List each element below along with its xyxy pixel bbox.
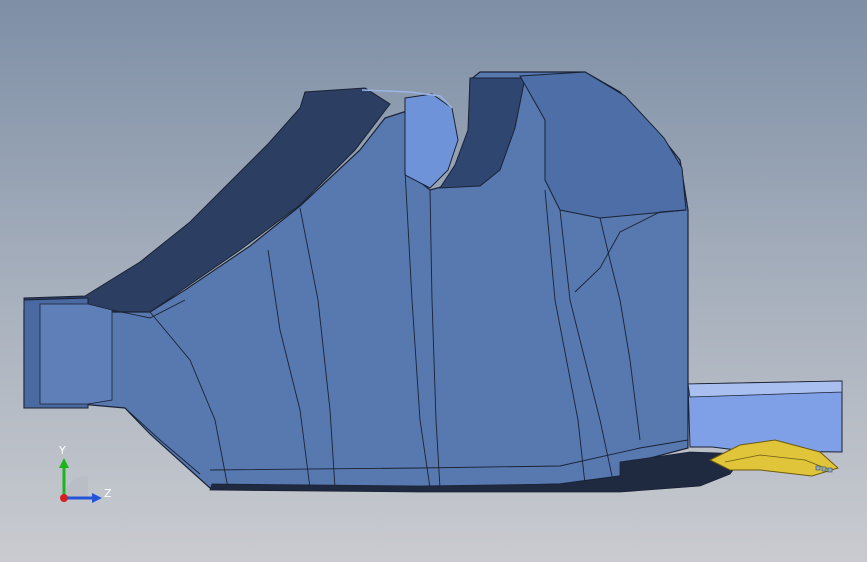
- triad-sphere: [63, 475, 88, 498]
- y-axis-arrow: [59, 458, 69, 468]
- axis-triad: Y Z: [58, 444, 112, 503]
- left-flange-inner: [39, 303, 113, 405]
- z-axis-arrow: [92, 493, 102, 503]
- x-axis-dot: [60, 494, 68, 502]
- y-axis-label: Y: [58, 444, 66, 457]
- z-axis-label: Z: [104, 487, 112, 500]
- graphics-viewport[interactable]: Y Z: [0, 0, 867, 562]
- 3d-model-part[interactable]: [0, 0, 867, 562]
